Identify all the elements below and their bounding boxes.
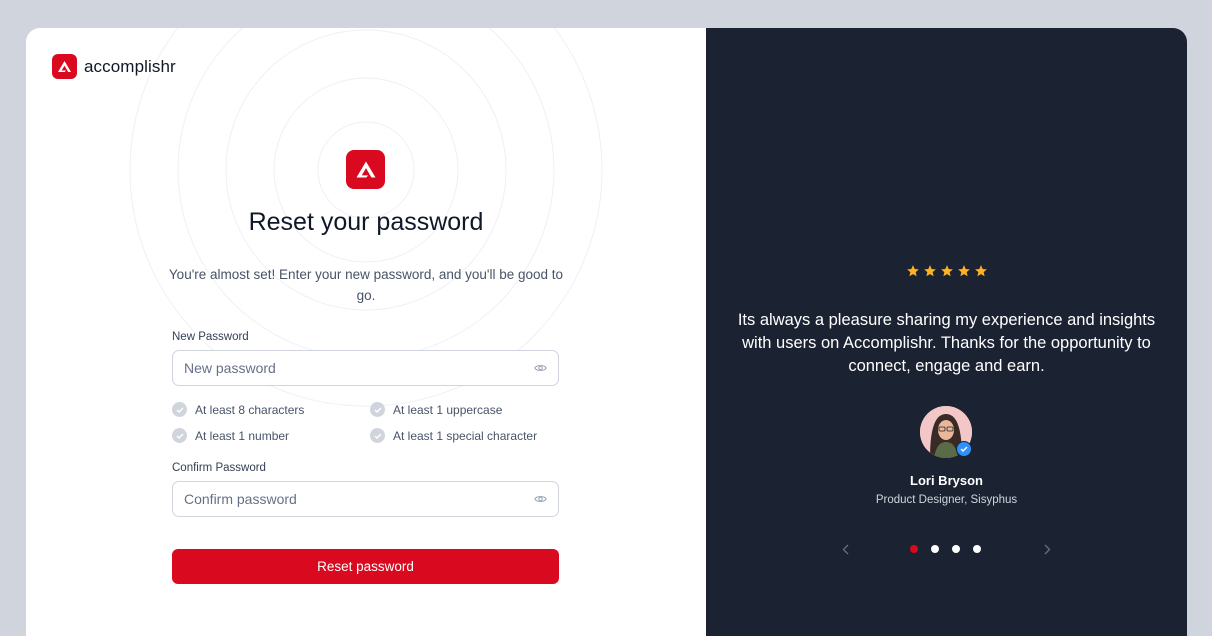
requirement-item: At least 1 uppercase [370,402,502,417]
testimonial-carousel [706,541,1187,557]
eye-icon[interactable] [533,492,547,506]
check-circle-icon [172,428,187,443]
verified-badge-icon [956,441,972,457]
requirement-label: At least 8 characters [195,402,305,417]
eye-icon[interactable] [533,361,547,375]
chevron-right-icon[interactable] [1039,541,1055,557]
requirement-item: At least 1 special character [370,428,537,443]
accomplishr-logo-icon [52,54,77,79]
star-icon [940,265,953,277]
star-icon [974,265,987,277]
background-rings [129,28,603,407]
star-rating [706,264,1187,278]
author-name: Lori Bryson [910,473,983,488]
new-password-label: New Password [172,331,249,343]
requirement-label: At least 1 number [195,428,290,443]
requirement-item: At least 8 characters [172,402,304,417]
page-subtitle: You're almost set! Enter your new passwo… [168,267,564,303]
star-icon [957,265,970,277]
confirm-password-input[interactable] [173,482,533,516]
check-circle-icon [370,428,385,443]
carousel-dots [910,545,981,553]
new-password-input[interactable] [173,351,533,385]
star-icon [923,265,936,277]
carousel-dot[interactable] [931,545,939,553]
carousel-dot[interactable] [910,545,918,553]
confirm-password-label: Confirm Password [172,462,266,474]
requirement-label: At least 1 special character [393,428,538,443]
new-password-field[interactable] [172,350,559,386]
avatar [920,406,972,458]
chevron-left-icon[interactable] [837,541,853,557]
carousel-dot[interactable] [973,545,981,553]
reset-password-button[interactable]: Reset password [172,549,559,584]
brand-name: accomplishr [84,56,176,76]
accomplishr-logo-icon [346,150,385,189]
reset-password-panel: accomplishr Reset your password You're a… [26,28,706,636]
requirement-label: At least 1 uppercase [393,402,503,417]
carousel-dot[interactable] [952,545,960,553]
testimonial-panel: Its always a pleasure sharing my experie… [706,28,1187,636]
confirm-password-field[interactable] [172,481,559,517]
check-circle-icon [370,402,385,417]
page-title: Reset your password [248,208,484,236]
star-icon [906,265,919,277]
requirement-item: At least 1 number [172,428,289,443]
testimonial-quote: Its always a pleasure sharing my experie… [737,311,1156,375]
brand[interactable]: accomplishr [52,54,176,79]
app-frame: accomplishr Reset your password You're a… [26,28,1187,636]
author-role: Product Designer, Sisyphus [875,494,1018,506]
check-circle-icon [172,402,187,417]
